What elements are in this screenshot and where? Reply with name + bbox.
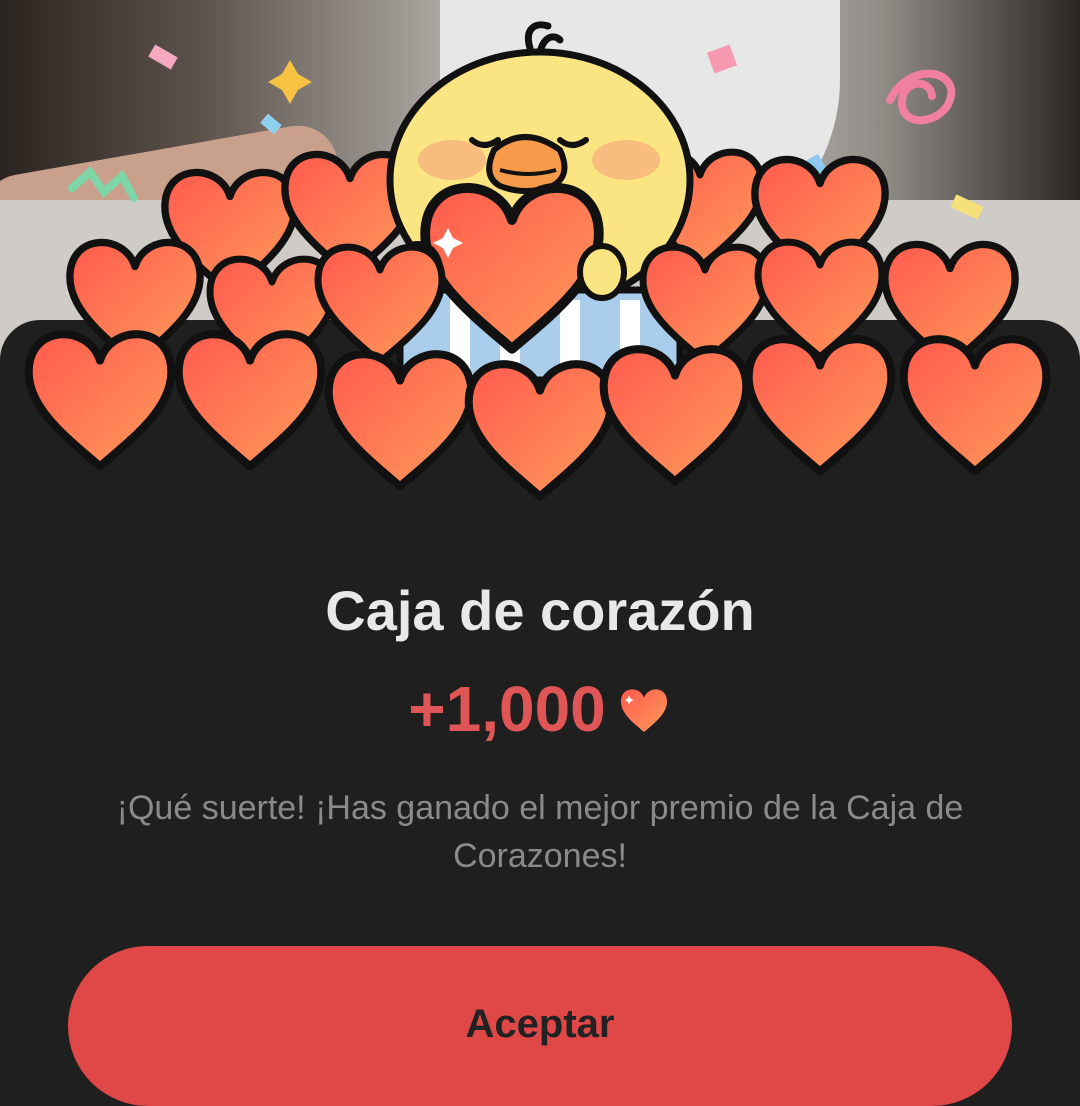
- popup-title: Caja de corazón: [325, 579, 755, 642]
- heart-box-illustration: [0, 21, 1080, 520]
- accept-button-label: Aceptar: [465, 1002, 615, 1046]
- reward-message: ¡Qué suerte! ¡Has ganado el mejor premio…: [116, 789, 964, 875]
- accept-button[interactable]: Aceptar: [68, 946, 1012, 1106]
- heart-icon: [620, 689, 667, 733]
- reward-amount-row: +1,000: [0, 672, 1080, 746]
- reward-amount: +1,000: [408, 673, 606, 745]
